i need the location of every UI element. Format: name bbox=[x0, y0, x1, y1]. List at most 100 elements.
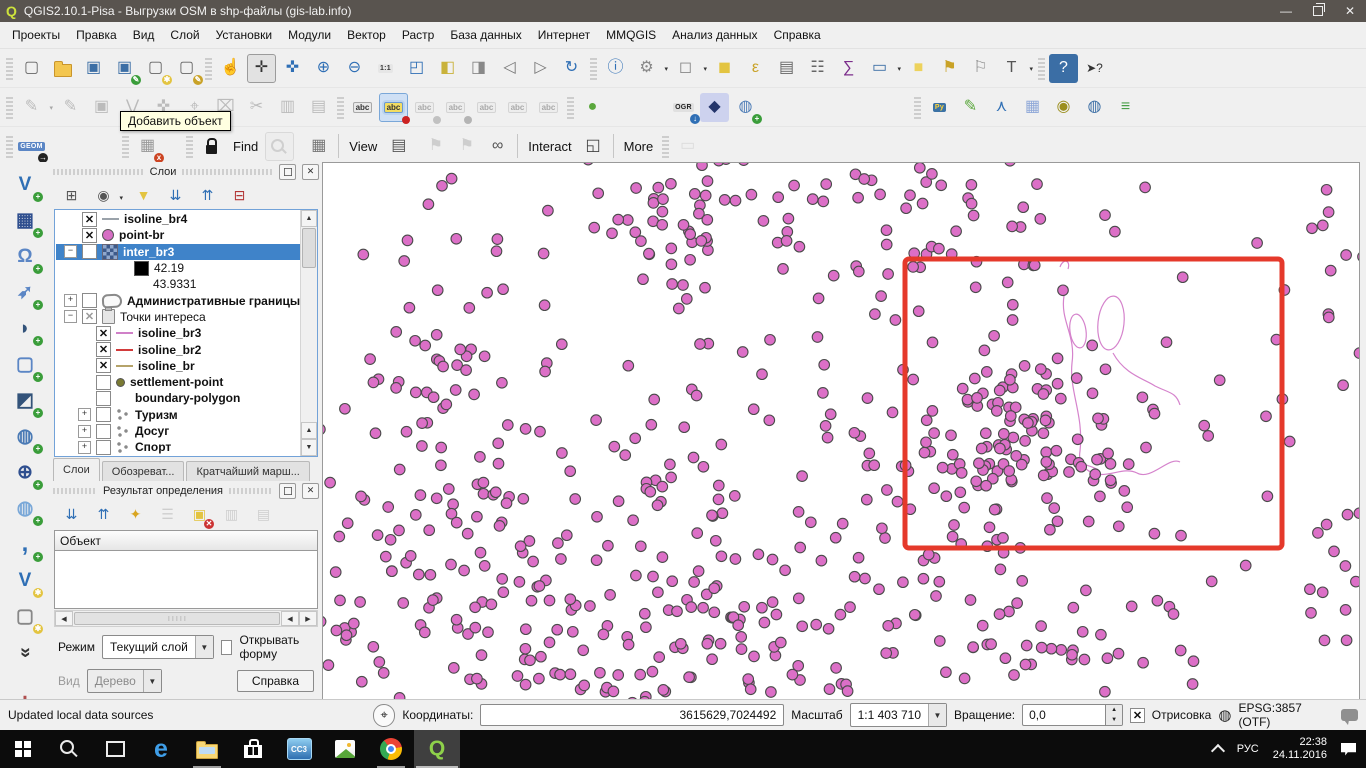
map-tips-icon[interactable]: ■ bbox=[904, 54, 933, 83]
layer-checkbox[interactable] bbox=[96, 407, 111, 422]
menu-item-3[interactable]: Слой bbox=[162, 24, 207, 46]
embed-layers-icon[interactable]: ▢✱ bbox=[9, 600, 41, 632]
save-project-as-icon[interactable]: ▣✎ bbox=[110, 54, 139, 83]
layer-tree-row[interactable]: −inter_br3 bbox=[56, 244, 300, 260]
restore-button[interactable] bbox=[1302, 0, 1334, 22]
cc3-app-icon[interactable]: CC3 bbox=[276, 730, 322, 768]
float-panel-button[interactable] bbox=[279, 483, 296, 499]
text-annotation-icon[interactable]: T▾ bbox=[997, 54, 1026, 83]
attribute-table-icon[interactable]: ▤ bbox=[772, 54, 801, 83]
spin-up-icon[interactable]: ▲ bbox=[1106, 705, 1122, 715]
layer-checkbox[interactable] bbox=[96, 391, 111, 406]
zoom-out-icon[interactable]: ⊖ bbox=[340, 54, 369, 83]
interact-icon[interactable]: ◱ bbox=[579, 132, 608, 161]
tray-expand-icon[interactable] bbox=[1211, 744, 1225, 758]
scroll-left-button[interactable]: ◀ bbox=[55, 611, 73, 626]
zoom-to-layer-icon[interactable]: ◨ bbox=[464, 54, 493, 83]
labeling-icon[interactable]: abc bbox=[348, 93, 377, 122]
scroll-thumb[interactable] bbox=[74, 612, 280, 625]
save-project-icon[interactable]: ▣ bbox=[79, 54, 108, 83]
zoom-in-icon[interactable]: ⊕ bbox=[309, 54, 338, 83]
python-console-icon[interactable]: Py bbox=[925, 93, 954, 122]
osm-edit-icon[interactable]: ✎ bbox=[956, 93, 985, 122]
zoom-full-icon[interactable]: ◰ bbox=[402, 54, 431, 83]
close-panel-button[interactable]: ✕ bbox=[302, 164, 319, 180]
float-panel-button[interactable] bbox=[279, 164, 296, 180]
menu-item-6[interactable]: Вектор bbox=[339, 24, 394, 46]
menu-item-12[interactable]: Справка bbox=[766, 24, 829, 46]
layer-checkbox[interactable]: ✕ bbox=[82, 228, 97, 243]
feature-action-icon[interactable]: ⚙▾ bbox=[632, 54, 661, 83]
layer-tree-row[interactable]: ✕isoline_br4 bbox=[56, 211, 300, 227]
whats-this-icon[interactable]: ➤? bbox=[1080, 54, 1109, 83]
edge-browser-icon[interactable]: e bbox=[138, 730, 184, 768]
scroll-thumb[interactable] bbox=[302, 228, 316, 268]
help-button[interactable]: Справка bbox=[237, 670, 314, 692]
remove-layer-icon[interactable]: ⊟ bbox=[227, 183, 252, 208]
menu-item-0[interactable]: Проекты bbox=[4, 24, 68, 46]
close-button[interactable]: ✕ bbox=[1334, 0, 1366, 22]
rail-more-icon[interactable]: » bbox=[9, 636, 41, 668]
start-button[interactable] bbox=[0, 730, 46, 768]
zoom-last-icon[interactable]: ◁ bbox=[495, 54, 524, 83]
layer-tree-row[interactable]: 42.19 bbox=[56, 260, 300, 276]
composer-manager-icon[interactable]: ▢✎ bbox=[172, 54, 201, 83]
dock-tab-0[interactable]: Слои bbox=[53, 458, 100, 481]
layer-checkbox[interactable]: ✕ bbox=[96, 326, 111, 341]
scale-combo[interactable]: 1:1 403 710 ▼ bbox=[850, 703, 947, 727]
print-view-icon[interactable]: ▤ bbox=[384, 132, 413, 161]
processing-icon[interactable]: ⋏ bbox=[987, 93, 1016, 122]
pan-to-selection-icon[interactable]: ✜ bbox=[278, 54, 307, 83]
link-views-icon[interactable]: ∞ bbox=[483, 132, 512, 161]
close-panel-button[interactable]: ✕ bbox=[302, 483, 319, 499]
new-composer-icon[interactable]: ▢✱ bbox=[141, 54, 170, 83]
label-pin-icon[interactable]: abc bbox=[379, 93, 408, 122]
qgis-taskbar-button[interactable]: Q bbox=[414, 730, 460, 768]
add-wfs-layer-icon[interactable]: ◍+ bbox=[9, 492, 41, 524]
task-view-button[interactable] bbox=[92, 730, 138, 768]
add-oracle-layer-icon[interactable]: ▢+ bbox=[9, 348, 41, 380]
minimize-button[interactable]: — bbox=[1270, 0, 1302, 22]
globe-plugin-icon[interactable]: ◍ bbox=[1080, 93, 1109, 122]
select-features-icon[interactable]: ◻▾ bbox=[671, 54, 700, 83]
layer-checkbox[interactable]: ✕ bbox=[96, 342, 111, 357]
render-checkbox[interactable]: ✕ bbox=[1130, 708, 1145, 723]
spatialite-manager-icon[interactable]: ◆ bbox=[700, 93, 729, 122]
tree-expander[interactable]: + bbox=[78, 441, 91, 454]
add-delimited-text-icon[interactable]: ,+ bbox=[9, 528, 41, 560]
layer-tree-row[interactable]: settlement-point bbox=[56, 374, 300, 390]
zoom-to-selection-icon[interactable]: ◧ bbox=[433, 54, 462, 83]
manage-visibility-icon[interactable]: ◉▾ bbox=[91, 183, 116, 208]
grid-button-icon[interactable]: ▦ bbox=[304, 132, 333, 161]
store-icon[interactable] bbox=[230, 730, 276, 768]
add-vector-layer-icon[interactable]: V+ bbox=[9, 168, 41, 200]
search-button[interactable] bbox=[46, 730, 92, 768]
contour-plugin-icon[interactable]: ◉ bbox=[1049, 93, 1078, 122]
dock-tab-2[interactable]: Кратчайший марш... bbox=[186, 461, 309, 481]
identify-icon[interactable]: ⓘ bbox=[601, 54, 630, 83]
touch-zoom-icon[interactable]: ☝ bbox=[216, 54, 245, 83]
scroll-up2-button[interactable]: ▲ bbox=[301, 422, 317, 439]
new-project-icon[interactable]: ▢ bbox=[17, 54, 46, 83]
add-db2-layer-icon[interactable]: ◩+ bbox=[9, 384, 41, 416]
pan-map-icon[interactable]: ✛ bbox=[247, 54, 276, 83]
help-contents-icon[interactable]: ? bbox=[1049, 54, 1078, 83]
rotation-value[interactable]: 0,0 bbox=[1022, 704, 1106, 726]
scroll-up-button[interactable]: ▲ bbox=[301, 210, 317, 227]
identify-results-list[interactable] bbox=[54, 551, 318, 609]
filter-legend-icon[interactable]: ▼ bbox=[131, 183, 156, 208]
lock-scale-icon[interactable] bbox=[197, 132, 226, 161]
crs-status-button[interactable]: EPSG:3857 (OTF) bbox=[1238, 701, 1334, 729]
menu-item-2[interactable]: Вид bbox=[125, 24, 163, 46]
scroll-down-button[interactable]: ▼ bbox=[301, 439, 317, 456]
menu-item-5[interactable]: Модули bbox=[280, 24, 339, 46]
collapse-all-icon[interactable]: ⇈ bbox=[195, 183, 220, 208]
layer-tree-row[interactable]: ✕isoline_br2 bbox=[56, 341, 300, 357]
collapse-tree-icon[interactable]: ⇈ bbox=[91, 502, 116, 527]
menu-item-4[interactable]: Установки bbox=[208, 24, 280, 46]
layer-checkbox[interactable] bbox=[96, 424, 111, 439]
layer-checkbox[interactable] bbox=[82, 244, 97, 259]
layer-tree-row[interactable]: ✕isoline_br bbox=[56, 358, 300, 374]
expand-new-results-icon[interactable]: ✦ bbox=[123, 502, 148, 527]
osm-place-search-icon[interactable]: ● bbox=[578, 93, 607, 122]
